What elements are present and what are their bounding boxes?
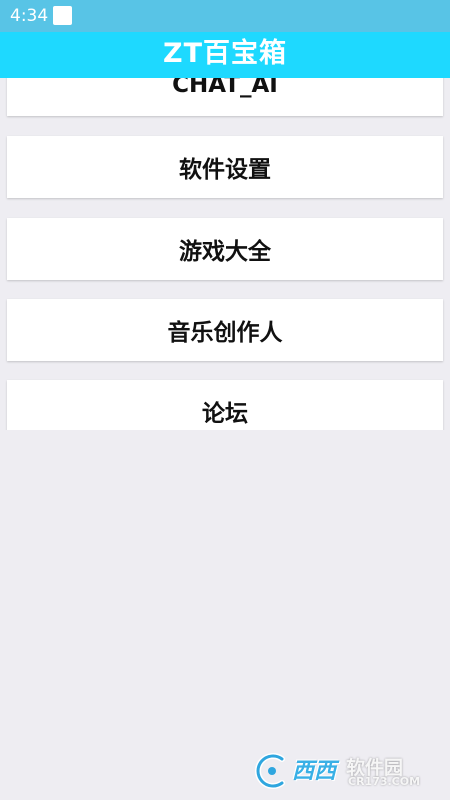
status-bar: 4:34: [0, 0, 450, 32]
watermark-logo-icon: [255, 753, 285, 789]
watermark-brand: 西西: [292, 759, 337, 784]
app-header: ZT百宝箱: [0, 32, 450, 78]
menu-list: CHAT_AI 软件设置 游戏大全 音乐创作人 论坛: [0, 78, 450, 430]
status-time: 4:34: [10, 6, 49, 26]
menu-item-label: 论坛: [202, 401, 248, 427]
menu-item-software-settings[interactable]: 软件设置: [7, 136, 443, 198]
menu-item-forum[interactable]: 论坛: [7, 380, 443, 430]
menu-item-label: 游戏大全: [179, 239, 271, 265]
app-title: ZT百宝箱: [163, 38, 287, 69]
menu-item-chat-ai[interactable]: CHAT_AI: [7, 78, 443, 116]
notification-icon: [53, 6, 72, 25]
menu-item-games[interactable]: 游戏大全: [7, 218, 443, 280]
menu-item-label: 音乐创作人: [167, 320, 283, 346]
menu-item-music-creator[interactable]: 音乐创作人: [7, 299, 443, 361]
menu-item-label: 软件设置: [179, 157, 271, 183]
watermark-url: CR173.COM: [348, 775, 421, 788]
menu-item-label: CHAT_AI: [172, 78, 278, 98]
watermark: 西西 软件园 CR173.COM: [252, 751, 442, 791]
